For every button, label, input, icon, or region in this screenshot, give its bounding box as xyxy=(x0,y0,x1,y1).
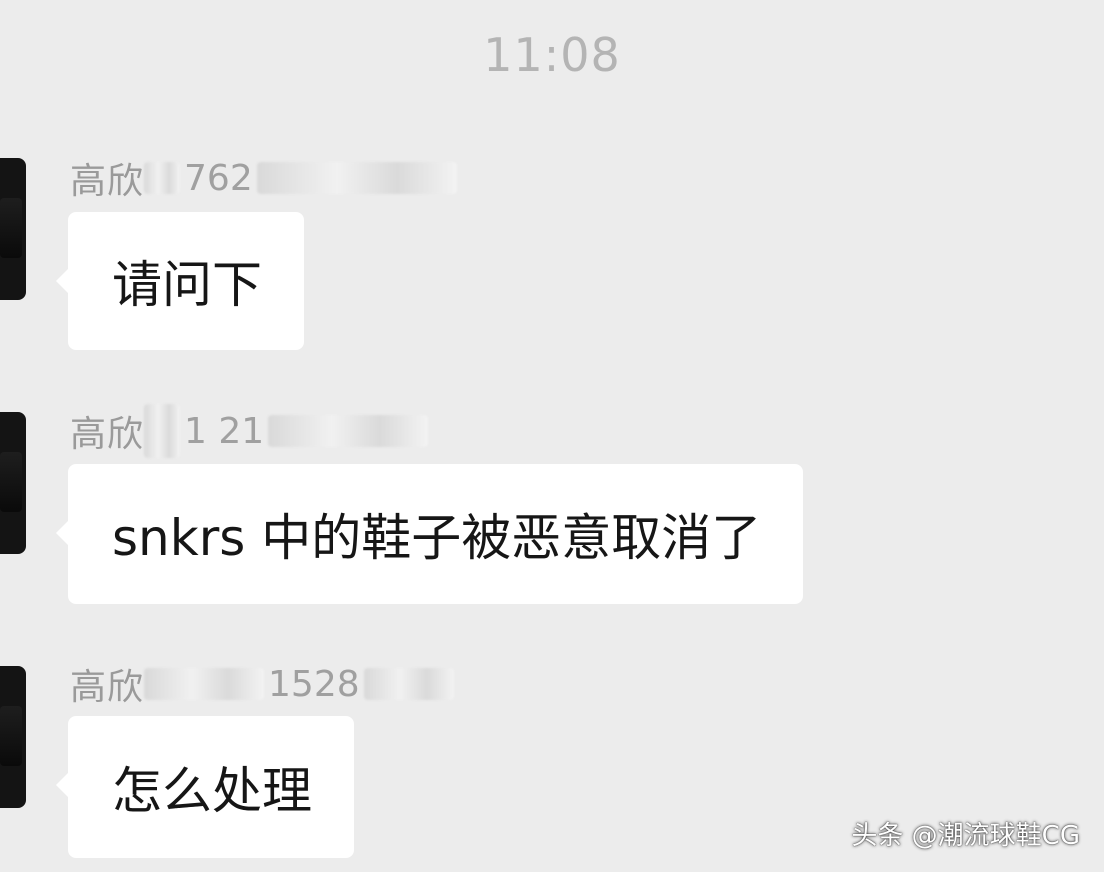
sender-name-row: 高欣 1 21 xyxy=(70,404,429,458)
sender-avatar[interactable] xyxy=(0,412,26,554)
redaction-blur xyxy=(144,668,265,700)
redaction-blur xyxy=(144,404,181,458)
redaction-blur xyxy=(144,162,181,194)
sender-id-digits: 1528 xyxy=(268,663,360,705)
chat-timestamp: 11:08 xyxy=(483,28,621,82)
message-bubble[interactable]: snkrs 中的鞋子被恶意取消了 xyxy=(55,464,804,604)
sender-avatar[interactable] xyxy=(0,666,26,808)
message-text: 请问下 xyxy=(112,256,262,314)
sender-id-digits: 1 21 xyxy=(184,410,265,452)
sender-id-digits: 762 xyxy=(184,157,253,199)
sender-name: 高欣 xyxy=(70,414,145,455)
redaction-blur xyxy=(256,162,457,194)
sender-name-row: 高欣 762 xyxy=(70,152,457,204)
message-bubble[interactable]: 怎么处理 xyxy=(56,716,354,858)
sender-name: 高欣 xyxy=(70,161,145,202)
redaction-blur xyxy=(268,415,429,447)
message-text: snkrs 中的鞋子被恶意取消了 xyxy=(112,509,762,567)
message-text: 怎么处理 xyxy=(112,762,312,820)
redaction-blur xyxy=(363,668,454,700)
sender-avatar[interactable] xyxy=(0,158,26,300)
message-bubble[interactable]: 请问下 xyxy=(56,212,304,350)
sender-name-row: 高欣 1528 xyxy=(70,658,454,710)
watermark: 头条 @潮流球鞋CG xyxy=(851,821,1080,851)
sender-name: 高欣 xyxy=(70,667,145,708)
